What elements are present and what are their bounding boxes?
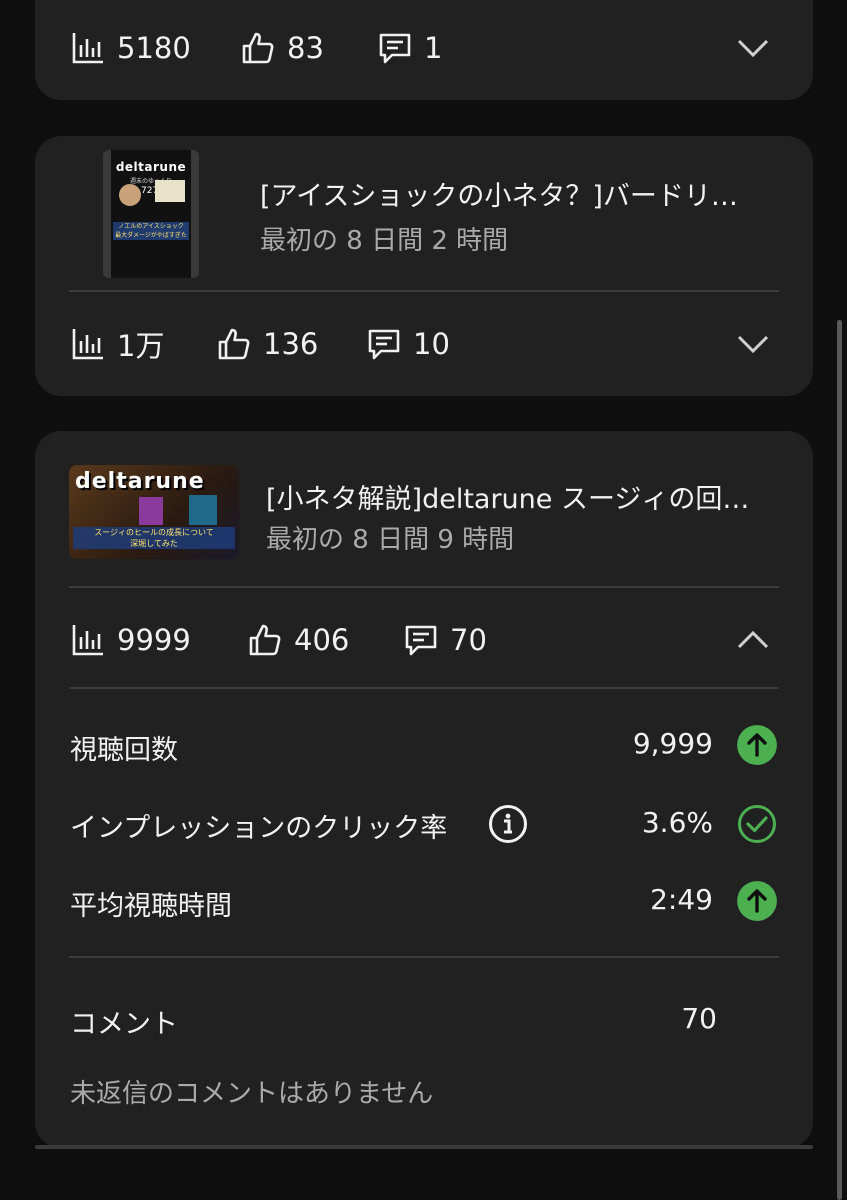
comment-icon — [368, 329, 400, 360]
stats-row: 9999 406 70 — [35, 610, 813, 670]
divider — [69, 586, 779, 588]
info-icon[interactable] — [488, 804, 528, 844]
card-bottom-edge — [35, 1145, 813, 1149]
comments-count: 10 — [413, 327, 450, 361]
metric-label-views: 視聴回数 — [70, 735, 178, 766]
views-stat: 5180 — [71, 31, 191, 65]
views-count: 9999 — [117, 623, 191, 657]
arrow-up-icon — [737, 881, 777, 921]
video-card-1[interactable]: 5180 83 1 — [35, 0, 813, 100]
metric-value-ctr: 3.6% — [641, 806, 713, 839]
comments-count: 1 — [424, 31, 443, 65]
likes-stat[interactable]: 83 — [241, 31, 324, 65]
comments-stat[interactable]: 70 — [404, 623, 487, 657]
likes-count: 83 — [287, 31, 324, 65]
thumbs-up-icon — [218, 328, 250, 360]
arrow-up-icon — [737, 725, 777, 765]
comments-stat[interactable]: 1 — [378, 31, 442, 65]
video-card-3[interactable]: deltarune スージィのヒールの成長について 深堀してみた [小ネタ解説]… — [35, 431, 813, 1148]
check-circle-icon — [738, 805, 776, 843]
metric-value-avg-duration: 2:49 — [650, 883, 713, 916]
metric-value-views: 9,999 — [632, 727, 713, 760]
divider — [69, 956, 779, 958]
stats-row: 1万 136 10 — [35, 314, 813, 374]
video-card-2[interactable]: deltarune 週末のゆっくり 727 ノエルのアイスショック 最大ダメージ… — [35, 136, 813, 396]
comments-count: 70 — [450, 623, 487, 657]
comments-total: 70 — [681, 1002, 717, 1035]
video-title[interactable]: [アイスショックの小ネタ？]バードリ… — [260, 174, 770, 213]
views-count: 1万 — [117, 329, 165, 363]
metric-label-avg-duration: 平均視聴時間 — [70, 891, 232, 922]
thumbnail-logo: deltarune — [115, 160, 187, 174]
video-subtitle: 最初の 8 日間 2 時間 — [260, 226, 509, 256]
comments-stat[interactable]: 10 — [367, 327, 450, 361]
chevron-up-icon[interactable] — [735, 622, 771, 658]
thumbnail-logo: deltarune — [75, 469, 205, 494]
video-thumbnail[interactable]: deltarune 週末のゆっくり 727 ノエルのアイスショック 最大ダメージ… — [103, 150, 199, 278]
chevron-down-icon[interactable] — [735, 326, 771, 362]
comment-icon — [379, 33, 411, 64]
thumbs-up-icon — [249, 624, 281, 656]
video-subtitle: 最初の 8 日間 9 時間 — [266, 525, 515, 555]
stats-row: 5180 83 1 — [35, 18, 813, 78]
thumbnail-caption-bottom: ノエルのアイスショック 最大ダメージがやばすぎた — [113, 222, 189, 240]
views-count: 5180 — [117, 31, 191, 65]
divider — [69, 290, 779, 292]
metric-label-ctr: インプレッションのクリック率 — [70, 813, 448, 844]
bar-chart-icon — [72, 329, 103, 360]
bar-chart-icon — [72, 625, 103, 656]
thumbs-up-icon — [242, 32, 274, 64]
views-stat: 9999 — [71, 623, 191, 657]
likes-count: 406 — [294, 623, 350, 657]
likes-stat[interactable]: 406 — [248, 623, 349, 657]
likes-stat[interactable]: 136 — [217, 327, 318, 361]
video-title[interactable]: [小ネタ解説]deltarune スージィの回… — [266, 477, 771, 516]
chevron-down-icon[interactable] — [735, 30, 771, 66]
comment-icon — [405, 625, 437, 656]
bar-chart-icon — [72, 33, 103, 64]
views-stat: 1万 — [71, 323, 164, 365]
comments-label: コメント — [70, 1009, 178, 1040]
scrollbar[interactable] — [837, 320, 842, 1200]
video-thumbnail[interactable]: deltarune スージィのヒールの成長について 深堀してみた — [69, 465, 239, 559]
likes-count: 136 — [263, 327, 319, 361]
no-unreplied-comments-message: 未返信のコメントはありません — [70, 1079, 434, 1109]
divider — [69, 687, 779, 689]
thumbnail-caption: スージィのヒールの成長について 深堀してみた — [73, 527, 235, 549]
